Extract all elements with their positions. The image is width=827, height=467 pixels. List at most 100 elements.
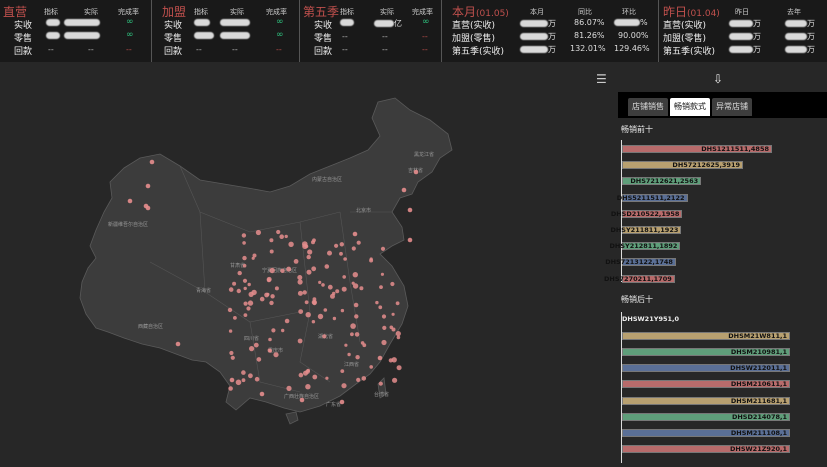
store-dot[interactable] xyxy=(302,241,308,247)
store-dot[interactable] xyxy=(395,331,401,337)
bar[interactable]: DHS7213122,1748 xyxy=(605,258,676,267)
store-dot[interactable] xyxy=(381,314,387,319)
store-dot[interactable] xyxy=(311,320,316,324)
store-dot[interactable] xyxy=(236,288,241,294)
store-dot[interactable] xyxy=(369,365,374,369)
bar[interactable]: DHS5211511,2122 xyxy=(617,193,688,202)
store-dot[interactable] xyxy=(286,385,292,391)
store-dot[interactable] xyxy=(361,376,367,381)
bar[interactable]: DHSW21Z920,1 xyxy=(622,444,790,453)
store-dot[interactable] xyxy=(267,348,272,353)
store-dot[interactable] xyxy=(395,301,400,306)
store-dot[interactable] xyxy=(327,284,333,290)
store-dot[interactable] xyxy=(252,253,257,258)
store-dot[interactable] xyxy=(354,332,360,337)
store-dot[interactable] xyxy=(242,255,247,261)
bar[interactable]: DHSY211811,1923 xyxy=(610,226,682,234)
store-dot[interactable] xyxy=(297,275,303,280)
store-dot[interactable] xyxy=(281,328,285,333)
store-dot[interactable] xyxy=(242,278,248,283)
store-dot[interactable] xyxy=(307,249,313,255)
store-dot[interactable] xyxy=(375,300,379,305)
store-dot[interactable] xyxy=(229,377,235,383)
store-dot[interactable] xyxy=(344,343,348,347)
store-dot[interactable] xyxy=(334,243,339,248)
store-dot[interactable] xyxy=(248,373,253,379)
store-dot[interactable] xyxy=(352,231,358,237)
store-dot[interactable] xyxy=(259,296,265,302)
store-dot[interactable] xyxy=(305,384,311,390)
store-dot[interactable] xyxy=(350,332,354,337)
store-dot[interactable] xyxy=(249,346,255,352)
store-dot[interactable] xyxy=(380,272,384,276)
store-dot[interactable] xyxy=(360,341,365,345)
store-dot[interactable] xyxy=(127,198,133,204)
store-dot[interactable] xyxy=(256,357,262,362)
store-dot[interactable] xyxy=(325,376,329,380)
store-dot[interactable] xyxy=(413,169,419,175)
store-dot[interactable] xyxy=(286,266,292,272)
bar[interactable]: DHS7270211,1709 xyxy=(604,274,675,283)
store-dot[interactable] xyxy=(269,300,274,306)
store-dot[interactable] xyxy=(232,281,237,286)
store-dot[interactable] xyxy=(269,238,274,243)
store-dot[interactable] xyxy=(389,325,394,330)
store-dot[interactable] xyxy=(379,285,383,289)
store-dot[interactable] xyxy=(390,281,395,287)
bar[interactable]: DHSY212811,1892 xyxy=(609,242,681,251)
store-dot[interactable] xyxy=(312,374,318,380)
store-dot[interactable] xyxy=(332,291,336,296)
store-dot[interactable] xyxy=(266,278,271,283)
store-dot[interactable] xyxy=(339,251,343,256)
store-dot[interactable] xyxy=(243,286,247,291)
store-dot[interactable] xyxy=(312,300,317,306)
store-dot[interactable] xyxy=(243,313,248,317)
store-dot[interactable] xyxy=(235,379,242,386)
store-dot[interactable] xyxy=(353,302,359,308)
store-dot[interactable] xyxy=(306,269,312,275)
store-dot[interactable] xyxy=(297,279,303,285)
menu-icon[interactable]: ☰ xyxy=(596,73,608,85)
store-map[interactable]: 黑龙江省吉林省内蒙古自治区新疆维吾尔自治区甘肃省青海省宁夏回族自治区西藏自治区四… xyxy=(0,62,615,463)
store-dot[interactable] xyxy=(339,242,344,247)
store-dot[interactable] xyxy=(242,263,247,268)
store-dot[interactable] xyxy=(401,187,407,193)
store-dot[interactable] xyxy=(255,229,261,236)
store-dot[interactable] xyxy=(274,286,279,291)
store-dot[interactable] xyxy=(254,376,260,382)
store-dot[interactable] xyxy=(298,309,304,314)
store-dot[interactable] xyxy=(380,246,386,251)
store-dot[interactable] xyxy=(280,268,285,273)
store-dot[interactable] xyxy=(342,275,347,279)
store-dot[interactable] xyxy=(298,372,304,378)
store-dot[interactable] xyxy=(341,383,347,389)
store-dot[interactable] xyxy=(175,341,181,347)
store-dot[interactable] xyxy=(407,237,413,243)
store-dot[interactable] xyxy=(312,297,317,301)
bar[interactable]: DH57212625,3919 xyxy=(622,161,743,170)
download-icon[interactable]: ⇩ xyxy=(713,72,723,86)
store-dot[interactable] xyxy=(321,283,325,287)
store-dot[interactable] xyxy=(378,381,383,386)
store-dot[interactable] xyxy=(241,370,246,375)
bar[interactable]: DHSM21W811,1 xyxy=(622,332,790,341)
store-dot[interactable] xyxy=(350,323,356,329)
store-dot[interactable] xyxy=(227,307,233,313)
store-dot[interactable] xyxy=(229,350,234,356)
store-dot[interactable] xyxy=(149,159,155,165)
store-dot[interactable] xyxy=(381,339,387,346)
store-dot[interactable] xyxy=(306,254,311,260)
store-dot[interactable] xyxy=(347,352,351,357)
store-dot[interactable] xyxy=(247,282,251,287)
store-dot[interactable] xyxy=(246,306,251,311)
store-dot[interactable] xyxy=(359,286,364,291)
store-dot[interactable] xyxy=(311,240,315,245)
store-dot[interactable] xyxy=(305,312,311,318)
store-dot[interactable] xyxy=(241,233,247,238)
store-dot[interactable] xyxy=(343,257,347,261)
store-dot[interactable] xyxy=(228,329,233,333)
tab-bestsellers[interactable]: 畅销款式 xyxy=(670,98,710,116)
bar[interactable]: DHSM211108,1 xyxy=(622,428,790,437)
tab-abnormal-stores[interactable]: 异常店铺 xyxy=(712,98,752,116)
store-dot[interactable] xyxy=(317,313,324,320)
